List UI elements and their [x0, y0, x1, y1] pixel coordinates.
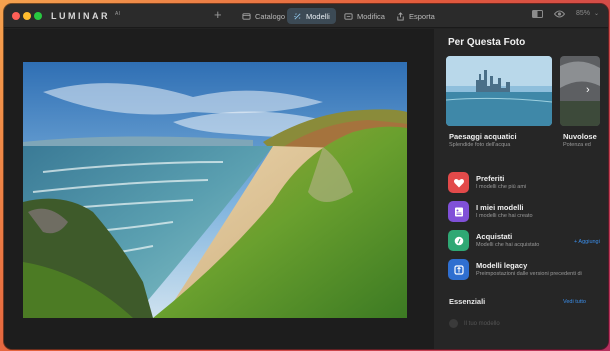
essentials-section-title: Essenziali	[449, 297, 486, 306]
photo-canvas[interactable]	[4, 29, 434, 349]
add-photos-button[interactable]: +	[214, 7, 222, 22]
collection-title: I miei modelli	[476, 203, 524, 212]
collection-subtitle: I modelli che più ami	[476, 184, 527, 190]
collection-preferiti[interactable]: Preferiti I modelli che più ami	[448, 172, 608, 194]
zoom-dropdown[interactable]: 85% ⌄	[576, 10, 599, 17]
heart-icon	[448, 172, 469, 193]
tab-catalogo[interactable]: Catalogo	[236, 8, 291, 24]
card-subtitle: Splendide foto dell'acqua	[449, 142, 511, 148]
faded-template-item: Il tuo modello	[449, 319, 500, 328]
minimize-window-button[interactable]	[23, 12, 31, 20]
tab-label: Catalogo	[255, 11, 286, 21]
compare-icon[interactable]	[532, 10, 543, 18]
card-title: Paesaggi acquatici	[449, 132, 517, 141]
template-card-nuvolose[interactable]	[560, 56, 600, 126]
see-all-link[interactable]: Vedi tutto	[563, 299, 586, 305]
collection-modelli-legacy[interactable]: Modelli legacy Preimpostazioni dalle ver…	[448, 259, 608, 281]
collection-subtitle: Preimpostazioni dalle versioni precedent…	[476, 271, 582, 277]
close-window-button[interactable]	[12, 12, 20, 20]
faded-item-label: Il tuo modello	[464, 320, 500, 327]
templates-panel: Per Questa Foto › Paesaggi acquatici Spl…	[434, 29, 608, 349]
purchased-icon	[448, 230, 469, 251]
app-window: LUMINAR AI + Catalogo Modelli Modifica E…	[4, 4, 608, 349]
zoom-value: 85%	[576, 10, 591, 17]
collection-title: Acquistati	[476, 232, 513, 241]
eye-icon[interactable]	[554, 10, 565, 18]
templates-icon	[294, 12, 301, 20]
export-icon	[397, 11, 404, 21]
user-templates-icon	[448, 201, 469, 222]
edit-icon	[344, 12, 353, 20]
zoom-window-button[interactable]	[34, 12, 42, 20]
tab-label: Modifica	[357, 11, 385, 21]
tab-esporta[interactable]: Esporta	[390, 8, 441, 24]
panel-title: Per Questa Foto	[448, 37, 526, 48]
template-thumbnail-icon	[449, 319, 458, 328]
landscape-photo	[23, 62, 407, 318]
chevron-down-icon: ⌄	[594, 11, 600, 17]
catalog-icon	[242, 12, 251, 20]
collection-acquistati[interactable]: Acquistati Modelli che hai acquistato + …	[448, 230, 608, 252]
tab-modelli[interactable]: Modelli	[287, 8, 336, 24]
collection-i-miei-modelli[interactable]: I miei modelli I modelli che hai creato	[448, 201, 608, 223]
card-title: Nuvolose	[563, 132, 597, 141]
title-bar: LUMINAR AI + Catalogo Modelli Modifica E…	[4, 4, 608, 28]
tab-label: Esporta	[409, 11, 435, 21]
template-card-paesaggi-acquatici[interactable]	[446, 56, 552, 126]
collection-subtitle: I modelli che hai creato	[476, 213, 533, 219]
collection-subtitle: Modelli che hai acquistato	[476, 242, 540, 248]
app-logo: LUMINAR AI	[51, 11, 121, 21]
chevron-right-icon[interactable]: ›	[586, 84, 590, 96]
collection-title: Modelli legacy	[476, 261, 528, 270]
tab-label: Modelli	[306, 11, 330, 21]
tab-modifica[interactable]: Modifica	[338, 8, 391, 24]
legacy-icon	[448, 259, 469, 280]
card-subtitle: Potenza ed	[563, 142, 591, 148]
collection-title: Preferiti	[476, 174, 505, 183]
add-purchased-link[interactable]: + Aggiungi	[574, 239, 600, 245]
